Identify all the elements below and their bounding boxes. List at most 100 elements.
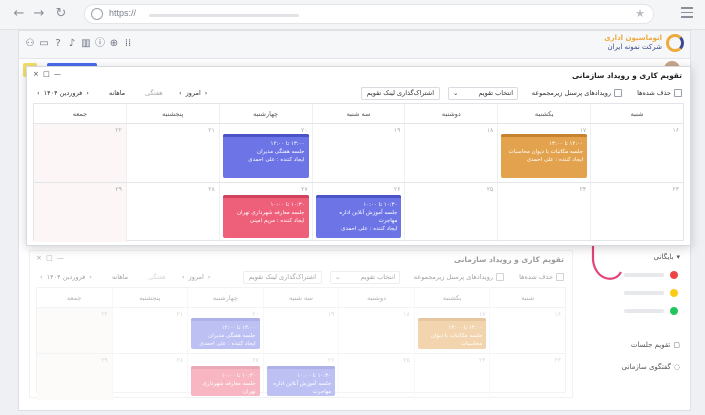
calendar-event[interactable]: ۱۳:۰۰ تا ۱۲:۰۰ جلسه هفتگی مدیران ایجاد کنن… [222,134,309,178]
address-bar[interactable]: https:// ★ [84,4,654,24]
day-number: ۲۱ [176,311,184,318]
day-cell[interactable]: ۱۶ [590,124,683,182]
mic-icon[interactable]: ♪ [67,38,77,50]
staff-events-toggle[interactable]: رویدادهای پرسنل زیرمجموعه [414,273,504,281]
tab-monthly[interactable]: ماهانه [109,89,125,97]
day-cell[interactable]: ۲۷ ۱۰:۳۰ تا ۱۰:۰۰ جلسه معارفه شهرداری تهرا… [218,183,312,242]
day-cell[interactable]: ۱۹ [262,308,339,353]
calendar-event[interactable]: ۱۰:۳۰ تا ۱۰:۰۰ جلسه آموزش آنلاین اداره مه… [266,366,336,396]
day-cell[interactable]: ۲۱ [111,308,188,353]
share-link-button[interactable]: اشتراک‌گذاری لینک تقویم [242,271,322,284]
day-cell[interactable]: ۱۷ ۱۴:۰۰ تا ۱۳:۰۰ جلسه مکاتبات با دیوان مح… [413,308,490,353]
calendar-event[interactable]: ۱۰:۳۰ تا ۱۰:۰۰ جلسه آموزش آنلاین اداره مه… [315,195,402,238]
day-cell[interactable]: ۲۸ [111,354,188,400]
day-number: ۲۲ [101,311,108,318]
day-number: ۱۹ [327,311,335,318]
forward-icon[interactable]: → [32,6,46,22]
day-cell[interactable]: ۲۹ [36,354,112,400]
day-cell[interactable]: ۲۱ [125,124,219,182]
next-icon[interactable]: › [179,89,182,97]
calendar-event[interactable]: ۱۰:۳۰ تا ۱۰:۰۰جلسه معارفه شهرداری تهرانا… [191,366,260,396]
day-number: ۱۷ [478,311,486,318]
next-icon[interactable]: › [182,273,185,281]
calendar-event[interactable]: ۱۰:۳۰ تا ۱۰:۰۰جلسه معارفه شهرداری تهرانا… [222,195,309,238]
staff-events-toggle[interactable]: رویدادهای پرسنل زیرمجموعه [532,89,622,97]
hamburger-menu-icon[interactable] [681,7,693,19]
day-number: ۲۳ [672,186,679,193]
next-month-icon[interactable]: › [37,89,40,97]
apps-grid-icon[interactable]: ⁞⁞ [123,38,133,50]
day-cell[interactable]: ۱۹ [311,124,405,182]
calendar-event[interactable]: ۱۴:۰۰ تا ۱۳:۰۰ جلسه مکاتبات با دیوان محاس… [417,318,487,349]
day-cell[interactable]: ۲۶ ۱۰:۳۰ تا ۱۰:۰۰ جلسه آموزش آنلاین اداره … [262,354,339,400]
tab-weekly[interactable]: هفتگی [148,273,166,281]
info-icon[interactable]: ⓘ [95,38,105,50]
sidebar-placeholder-1 [624,273,664,277]
day-cell[interactable]: ۱۷ ۱۴:۰۰ تا ۱۳:۰۰ جلسه مکاتبات با دیوان مح… [497,124,590,182]
calendar-event[interactable]: ۱۳:۰۰ تا ۱۲:۰۰ جلسه هفتگی مدیران ایجاد کنن… [191,318,260,349]
event-title: جلسه هفتگی مدیران [208,333,256,339]
chart-icon[interactable]: ▥ [81,38,91,50]
next-month-icon[interactable]: › [40,273,43,281]
checkbox[interactable] [674,89,682,97]
day-cell[interactable]: ۲۶ ۱۰:۳۰ تا ۱۰:۰۰ جلسه آموزش آنلاین اداره … [311,183,405,242]
weekday-header-cell: پنجشنبه [125,104,219,123]
prev-month-icon[interactable]: ‹ [86,89,89,97]
select-calendar-dropdown[interactable]: انتخاب تقویم ⌄ [448,87,518,100]
sidebar-item-chat[interactable]: ◌ گفتگوی سازمانی [622,363,680,371]
day-cell[interactable]: ۲۲ [33,124,126,182]
day-cell[interactable]: ۱۸ [404,124,497,182]
event-time: ۱۰:۳۰ تا ۱۰:۰۰ [270,202,305,208]
help-icon[interactable]: ? [53,38,63,50]
day-cell[interactable]: ۲۴ [497,183,590,242]
month-navigator: ‹ فروردین ۱۴۰۴ › [37,89,89,97]
star-icon[interactable]: ★ [635,7,645,20]
globe-icon[interactable]: ⊕ [109,38,119,50]
day-cell[interactable]: ۲۸ [125,183,219,242]
tab-weekly[interactable]: هفتگی [145,89,163,97]
day-cell[interactable]: ۲۳ [590,183,683,242]
day-cell[interactable]: ۱۸ [338,308,414,353]
day-cell[interactable]: ۲۹ [33,183,126,242]
checkbox[interactable] [556,273,564,281]
select-calendar-dropdown[interactable]: انتخاب تقویم ⌄ [330,271,400,284]
window-controls[interactable]: × □ — [33,70,62,78]
day-cell[interactable]: ۲۵ [338,354,414,400]
deleted-toggle[interactable]: حذف شده‌ها [519,273,564,281]
event-color-bar [222,195,309,198]
calendar-grid: شنبه یکشنبه دوشنبه سه شنبه چهارشنبه پنجشنبه جم… [33,103,684,242]
reload-icon[interactable]: ↻ [54,6,68,22]
calendar-toolbar: حذف شده‌ها رویدادهای پرسنل زیرمجموعه انت… [30,269,572,287]
checkbox[interactable] [614,89,622,97]
share-link-button[interactable]: اشتراک‌گذاری لینک تقویم [360,87,440,100]
users-icon[interactable]: ⚇ [25,38,35,50]
prev-icon[interactable]: ‹ [205,89,208,97]
window-title: تقویم کاری و رویداد سازمانی [453,255,564,264]
day-cell[interactable]: ۲۳ [489,354,565,400]
event-title: جلسه مکاتبات با دیوان محاسبات [508,149,584,155]
tab-monthly[interactable]: ماهانه [112,273,128,281]
prev-month-icon[interactable]: ‹ [89,273,92,281]
weekday-header-cell: دوشنبه [404,104,497,123]
deleted-toggle[interactable]: حذف شده‌ها [637,89,682,97]
day-cell[interactable]: ۲۴ [413,354,490,400]
prev-icon[interactable]: ‹ [208,273,211,281]
status-dot-red [670,271,678,279]
checkbox[interactable] [496,273,504,281]
day-cell[interactable]: ۲۰ ۱۳:۰۰ تا ۱۲:۰۰ جلسه هفتگی مدیران ایجاد ک… [218,124,312,182]
calendar-grid: شنبه یکشنبه دوشنبه سه شنبه چهارشنبه پنجشنبه جم… [36,287,566,400]
sidebar-item-meetings[interactable]: ▢ تقویم جلسات [631,341,680,349]
event-title: جلسه آموزش آنلاین اداره مهاجرت [273,381,332,395]
sidebar-item-archive[interactable]: ▾ بایگانی [654,253,680,261]
message-icon[interactable]: ▭ [39,38,49,50]
day-cell[interactable]: ۲۰ ۱۳:۰۰ تا ۱۲:۰۰ جلسه هفتگی مدیران ایجاد ک… [187,308,263,353]
calendar-event[interactable]: ۱۴:۰۰ تا ۱۳:۰۰ جلسه مکاتبات با دیوان محاس… [501,134,588,178]
logo-mark-icon [666,34,684,52]
day-cell[interactable]: ۲۲ [36,308,112,353]
calendar-window: تقویم کاری و رویداد سازمانی × □ — حذف شد… [26,66,691,246]
day-cell[interactable]: ۲۷ ۱۰:۳۰ تا ۱۰:۰۰ جلسه معارفه شهرداری تهرا… [187,354,263,400]
day-cell[interactable]: ۱۶ [489,308,565,353]
back-icon[interactable]: ← [12,6,26,22]
day-cell[interactable]: ۲۵ [404,183,497,242]
window-controls[interactable]: × □ — [36,254,65,262]
